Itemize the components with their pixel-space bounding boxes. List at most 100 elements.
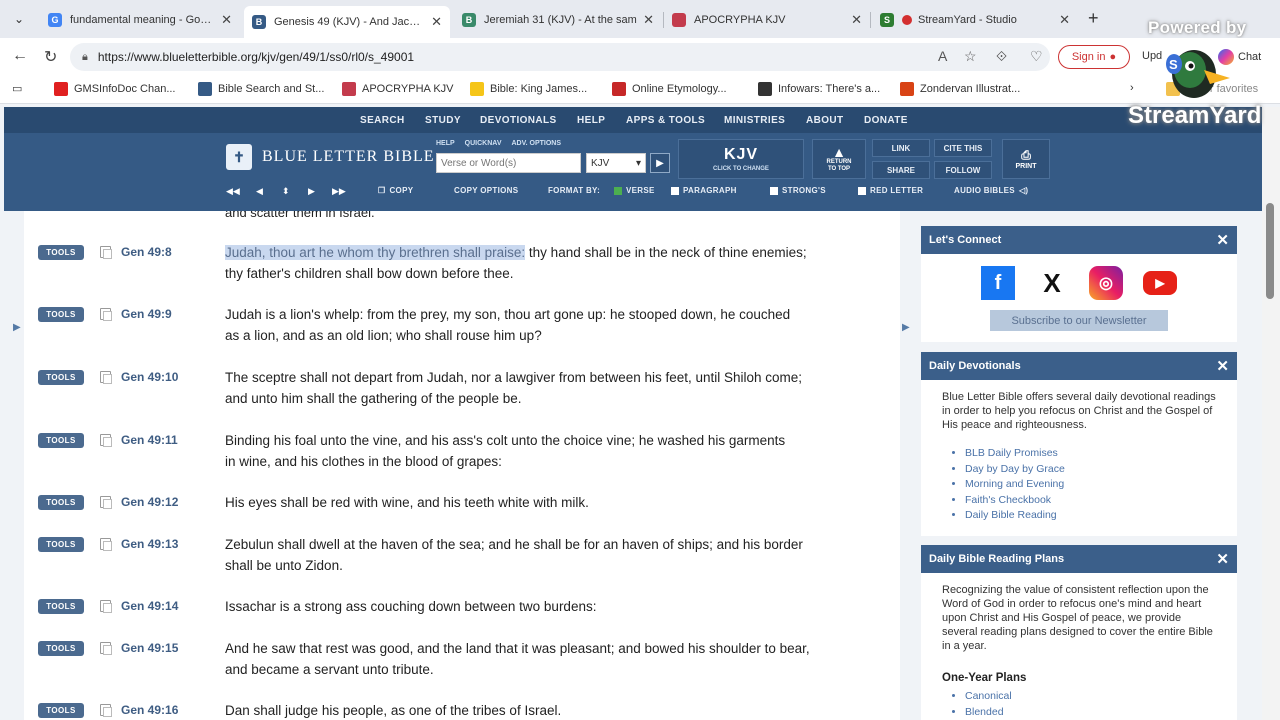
- first-chapter-icon[interactable]: ◀◀: [226, 186, 240, 197]
- tools-button[interactable]: TOOLS: [38, 703, 84, 718]
- collections-icon[interactable]: ⟐: [996, 48, 1007, 65]
- nav-about[interactable]: ABOUT: [806, 115, 844, 126]
- bookmark-gmsinfodoc[interactable]: GMSInfoDoc Chan...: [54, 82, 176, 96]
- nav-apps-tools[interactable]: APPS & TOOLS: [626, 115, 705, 126]
- devotional-link[interactable]: BLB Daily Promises: [965, 446, 1217, 462]
- new-tab-icon[interactable]: +: [1088, 8, 1099, 29]
- devotional-link[interactable]: Day by Day by Grace: [965, 462, 1217, 478]
- tools-button[interactable]: TOOLS: [38, 495, 84, 510]
- print-button[interactable]: ⎙ PRINT: [1002, 139, 1050, 179]
- tools-button[interactable]: TOOLS: [38, 641, 84, 656]
- close-icon[interactable]: ✕: [643, 12, 654, 28]
- collapse-right-icon[interactable]: ▶: [902, 322, 910, 333]
- copy-verse-icon[interactable]: [100, 600, 112, 613]
- tools-button[interactable]: TOOLS: [38, 307, 84, 322]
- adv-options-link[interactable]: ADV. OPTIONS: [512, 140, 562, 147]
- bookmark-apocrypha[interactable]: APOCRYPHA KJV: [342, 82, 454, 96]
- close-icon[interactable]: ✕: [1216, 231, 1229, 249]
- verse-reference[interactable]: Gen 49:11: [121, 433, 178, 447]
- copy-verse-icon[interactable]: [100, 642, 112, 655]
- close-icon[interactable]: ✕: [1216, 357, 1229, 375]
- nav-help[interactable]: HELP: [577, 115, 605, 126]
- devotional-link[interactable]: Faith's Checkbook: [965, 493, 1217, 509]
- bookmark-etymology[interactable]: Online Etymology...: [612, 82, 727, 96]
- bookmark-bible-search[interactable]: Bible Search and St...: [198, 82, 324, 96]
- verse-reference[interactable]: Gen 49:8: [121, 245, 172, 259]
- verse-format-toggle[interactable]: VERSE: [614, 186, 655, 195]
- bookmark-king-james[interactable]: Bible: King James...: [470, 82, 587, 96]
- page-scrollbar[interactable]: [1262, 107, 1280, 720]
- close-icon[interactable]: ✕: [1059, 12, 1070, 28]
- bookmark-infowars[interactable]: Infowars: There's a...: [758, 82, 880, 96]
- expand-left-icon[interactable]: ▶: [13, 322, 21, 333]
- chapter-menu-icon[interactable]: ⬍: [282, 186, 290, 197]
- verse-reference[interactable]: Gen 49:15: [121, 641, 178, 655]
- return-to-top-button[interactable]: ▲ RETURN TO TOP: [812, 139, 866, 179]
- nav-donate[interactable]: DONATE: [864, 115, 908, 126]
- close-icon[interactable]: ✕: [221, 12, 232, 28]
- strongs-toggle[interactable]: STRONG'S: [770, 186, 826, 195]
- scrollbar-thumb[interactable]: [1266, 203, 1274, 299]
- devotional-link[interactable]: Daily Bible Reading: [965, 508, 1217, 524]
- blb-logo[interactable]: ✝ BLUE LETTER BIBLE: [226, 144, 435, 170]
- verse-reference[interactable]: Gen 49:14: [121, 599, 178, 613]
- paragraph-format-toggle[interactable]: PARAGRAPH: [671, 186, 737, 195]
- tab-streamyard[interactable]: S StreamYard - Studio ✕: [872, 6, 1078, 34]
- prev-chapter-icon[interactable]: ◀: [256, 186, 263, 197]
- tab-genesis[interactable]: B Genesis 49 (KJV) - And Jacob c ✕: [244, 6, 450, 38]
- bookmarks-more-chevron-icon[interactable]: ›: [1130, 82, 1134, 94]
- close-icon[interactable]: ✕: [1216, 550, 1229, 568]
- close-icon[interactable]: ✕: [851, 12, 862, 28]
- link-button[interactable]: LINK: [872, 139, 930, 157]
- tab-jeremiah[interactable]: B Jeremiah 31 (KJV) - At the sam ✕: [454, 6, 662, 34]
- copy-button[interactable]: ❐ COPY: [378, 186, 413, 195]
- next-chapter-icon[interactable]: ▶: [308, 186, 315, 197]
- quicknav-link[interactable]: QUICKNAV: [465, 140, 502, 147]
- tools-button[interactable]: TOOLS: [38, 433, 84, 448]
- tab-apocrypha[interactable]: APOCRYPHA KJV ✕: [664, 6, 870, 34]
- follow-button[interactable]: FOLLOW: [934, 161, 992, 179]
- copy-options-button[interactable]: COPY OPTIONS: [454, 186, 518, 195]
- cite-this-button[interactable]: CITE THIS: [934, 139, 992, 157]
- bookmark-zondervan[interactable]: Zondervan Illustrat...: [900, 82, 1020, 96]
- url-input[interactable]: 🔒︎ https://www.blueletterbible.org/kjv/g…: [70, 43, 1050, 71]
- verse-reference[interactable]: Gen 49:13: [121, 537, 178, 551]
- instagram-icon[interactable]: ◎: [1089, 266, 1123, 300]
- copy-verse-icon[interactable]: [100, 246, 112, 259]
- verse-search-input[interactable]: [436, 153, 581, 173]
- close-icon[interactable]: ✕: [431, 14, 442, 30]
- tab-google[interactable]: G fundamental meaning - Google ✕: [40, 6, 240, 34]
- subscribe-newsletter-button[interactable]: Subscribe to our Newsletter: [990, 310, 1168, 331]
- favorite-star-icon[interactable]: ☆: [964, 48, 977, 65]
- red-letter-toggle[interactable]: RED LETTER: [858, 186, 923, 195]
- share-button[interactable]: SHARE: [872, 161, 930, 179]
- refresh-icon[interactable]: ↻: [44, 47, 57, 67]
- x-twitter-icon[interactable]: X: [1035, 266, 1069, 300]
- audio-bibles-button[interactable]: AUDIO BIBLES ◁): [954, 186, 1028, 195]
- nav-search[interactable]: SEARCH: [360, 115, 405, 126]
- bookmarks-menu-icon[interactable]: ▭: [12, 82, 22, 95]
- copy-verse-icon[interactable]: [100, 704, 112, 717]
- devotional-link[interactable]: Morning and Evening: [965, 477, 1217, 493]
- verse-reference[interactable]: Gen 49:10: [121, 370, 178, 384]
- youtube-icon[interactable]: ▶: [1143, 271, 1177, 295]
- last-chapter-icon[interactable]: ▶▶: [332, 186, 346, 197]
- copy-verse-icon[interactable]: [100, 434, 112, 447]
- back-icon[interactable]: ←: [12, 47, 28, 65]
- verse-reference[interactable]: Gen 49:12: [121, 495, 178, 509]
- copy-verse-icon[interactable]: [100, 371, 112, 384]
- reading-plan-link[interactable]: Blended: [965, 705, 1217, 720]
- copy-verse-icon[interactable]: [100, 496, 112, 509]
- tools-button[interactable]: TOOLS: [38, 537, 84, 552]
- verse-reference[interactable]: Gen 49:9: [121, 307, 172, 321]
- version-select[interactable]: KJV ▾: [586, 153, 646, 173]
- tools-button[interactable]: TOOLS: [38, 599, 84, 614]
- nav-ministries[interactable]: MINISTRIES: [724, 115, 785, 126]
- sign-in-button[interactable]: Sign in ●: [1058, 45, 1130, 69]
- read-aloud-icon[interactable]: A: [938, 48, 947, 64]
- copy-verse-icon[interactable]: [100, 538, 112, 551]
- tools-button[interactable]: TOOLS: [38, 245, 84, 260]
- help-link[interactable]: HELP: [436, 140, 455, 147]
- kjv-version-button[interactable]: KJV CLICK TO CHANGE: [678, 139, 804, 179]
- reading-plan-link[interactable]: Canonical: [965, 689, 1217, 705]
